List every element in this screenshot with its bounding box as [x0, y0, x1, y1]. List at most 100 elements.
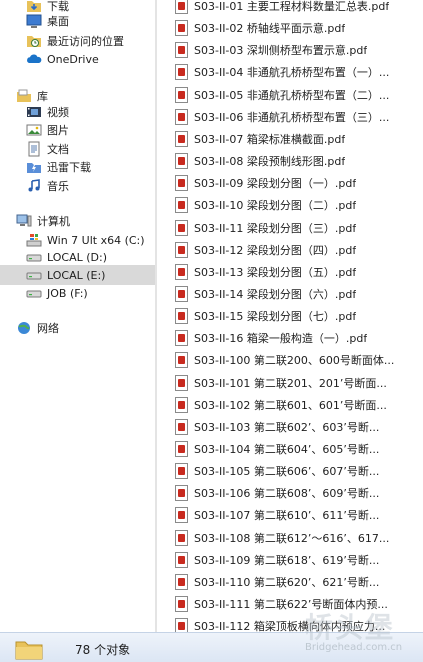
nav-item-label: 最近访问的位置 — [47, 35, 124, 48]
file-row[interactable]: S03-II-107 第二联610’、611’号断... — [171, 504, 423, 526]
file-row[interactable]: S03-II-10 梁段划分图（二）.pdf — [171, 194, 423, 216]
status-object-count: 78 个对象 — [75, 643, 131, 657]
file-name: S03-II-104 第二联604’、605’号断... — [194, 443, 380, 456]
pdf-file-icon — [175, 374, 188, 391]
file-row[interactable]: S03-II-103 第二联602’、603’号断... — [171, 416, 423, 438]
pdf-file-icon — [175, 352, 188, 369]
file-name: S03-II-111 第二联622’号断面体内预... — [194, 598, 388, 612]
pdf-file-icon — [175, 551, 188, 568]
pdf-file-icon — [175, 485, 188, 502]
nav-item-local-e[interactable]: LOCAL (E:) — [0, 265, 155, 285]
nav-item-item-15[interactable]: 网络 — [0, 318, 155, 338]
pdf-file-icon — [175, 285, 188, 302]
pdf-file-icon — [175, 396, 188, 413]
nav-item-item-2[interactable]: 最近访问的位置 — [0, 31, 155, 51]
file-row[interactable]: S03-II-100 第二联200、600号断面体... — [171, 349, 423, 371]
file-row[interactable]: S03-II-03 深圳侧桥型布置示意.pdf — [171, 39, 423, 61]
nav-item-label: 计算机 — [37, 215, 70, 228]
pdf-file-icon — [175, 130, 188, 147]
nav-item-label: OneDrive — [47, 52, 99, 66]
nav-item-label: 视频 — [47, 106, 69, 119]
nav-item-label: 桌面 — [47, 15, 69, 28]
file-row[interactable]: S03-II-11 梁段划分图（三）.pdf — [171, 217, 423, 239]
file-name: S03-II-01 主要工程材料数量汇总表.pdf — [194, 0, 390, 13]
file-name: S03-II-100 第二联200、600号断面体... — [194, 354, 395, 368]
drive-icon — [26, 249, 42, 265]
nav-item-label: LOCAL (E:) — [47, 268, 106, 282]
file-name: S03-II-08 梁段预制线形图.pdf — [194, 155, 346, 169]
nav-item-item-5[interactable]: 视频 — [0, 102, 155, 122]
file-row[interactable]: S03-II-06 非通航孔桥桥型布置（三）... — [171, 106, 423, 128]
file-name: S03-II-10 梁段划分图（二）.pdf — [194, 199, 357, 213]
file-name: S03-II-09 梁段划分图（一）.pdf — [194, 177, 357, 191]
system-drive-icon — [26, 232, 42, 248]
navigation-pane[interactable]: 下载 桌面 最近访问的位置 OneDrive 库视频 图片 文档 迅雷下载 音乐 计算机 Win 7… — [0, 0, 155, 632]
nav-item-label: LOCAL (D:) — [47, 250, 107, 264]
file-name: S03-II-103 第二联602’、603’号断... — [194, 420, 380, 434]
pdf-file-icon — [175, 197, 188, 214]
pdf-file-icon — [175, 308, 188, 325]
file-name: S03-II-108 第二联612’～616’、617... — [194, 531, 390, 545]
pdf-file-icon — [175, 596, 188, 613]
pdf-file-icon — [175, 573, 188, 590]
file-row[interactable]: S03-II-12 梁段划分图（四）.pdf — [171, 239, 423, 261]
file-name: S03-II-101 第二联201、201’号断面... — [194, 376, 387, 390]
file-name: S03-II-14 梁段划分图（六）.pdf — [194, 287, 357, 301]
drive-icon — [26, 267, 42, 283]
file-row[interactable]: S03-II-106 第二联608’、609’号断... — [171, 482, 423, 504]
file-name: S03-II-07 箱梁标准横截面.pdf — [194, 132, 346, 146]
pdf-file-icon — [175, 153, 188, 170]
nav-item-item-6[interactable]: 图片 — [0, 120, 155, 140]
pdf-file-icon — [175, 108, 188, 125]
file-name: S03-II-12 梁段划分图（四）.pdf — [194, 243, 357, 257]
desktop-icon — [26, 13, 42, 29]
file-row[interactable]: S03-II-07 箱梁标准横截面.pdf — [171, 128, 423, 150]
file-name: S03-II-112 箱梁顶板横向体内预应力... — [194, 620, 386, 632]
file-row[interactable]: S03-II-08 梁段预制线形图.pdf — [171, 150, 423, 172]
file-row[interactable]: S03-II-14 梁段划分图（六）.pdf — [171, 283, 423, 305]
file-row[interactable]: S03-II-101 第二联201、201’号断面... — [171, 372, 423, 394]
file-row[interactable]: S03-II-112 箱梁顶板横向体内预应力... — [171, 615, 423, 632]
pdf-file-icon — [175, 263, 188, 280]
file-row[interactable]: S03-II-102 第二联601、601’号断面... — [171, 394, 423, 416]
nav-item-job-f[interactable]: JOB (F:) — [0, 283, 155, 303]
file-name: S03-II-102 第二联601、601’号断面... — [194, 398, 387, 412]
file-row[interactable]: S03-II-04 非通航孔桥桥型布置（一）... — [171, 61, 423, 83]
computer-icon — [16, 213, 32, 229]
file-row[interactable]: S03-II-15 梁段划分图（七）.pdf — [171, 305, 423, 327]
pdf-file-icon — [175, 418, 188, 435]
nav-item-label: JOB (F:) — [47, 286, 88, 300]
file-row[interactable]: S03-II-13 梁段划分图（五）.pdf — [171, 261, 423, 283]
recent-places-icon — [26, 33, 42, 49]
pdf-file-icon — [175, 330, 188, 347]
pdf-file-icon — [175, 0, 188, 14]
nav-item-label: 音乐 — [47, 180, 69, 193]
nav-item-label: 迅雷下载 — [47, 161, 91, 174]
file-name: S03-II-13 梁段划分图（五）.pdf — [194, 265, 357, 279]
file-row[interactable]: S03-II-109 第二联618’、619’号断... — [171, 549, 423, 571]
nav-item-item-1[interactable]: 桌面 — [0, 11, 155, 31]
nav-item-item-10[interactable]: 计算机 — [0, 211, 155, 231]
file-row[interactable]: S03-II-02 桥轴线平面示意.pdf — [171, 17, 423, 39]
nav-item-label: 图片 — [47, 124, 69, 137]
file-name: S03-II-15 梁段划分图（七）.pdf — [194, 310, 357, 324]
file-row[interactable]: S03-II-09 梁段划分图（一）.pdf — [171, 172, 423, 194]
drive-icon — [26, 285, 42, 301]
pdf-file-icon — [175, 64, 188, 81]
file-row[interactable]: S03-II-111 第二联622’号断面体内预... — [171, 593, 423, 615]
file-row[interactable]: S03-II-16 箱梁一般构造（一）.pdf — [171, 327, 423, 349]
file-row[interactable]: S03-II-110 第二联620’、621’号断... — [171, 571, 423, 593]
pane-splitter[interactable] — [155, 0, 157, 632]
file-list[interactable]: S03-II-01 主要工程材料数量汇总表.pdf S03-II-02 桥轴线平面… — [171, 0, 423, 632]
nav-item-item-7[interactable]: 文档 — [0, 139, 155, 159]
nav-item-onedrive[interactable]: OneDrive — [0, 49, 155, 69]
nav-item-item-8[interactable]: 迅雷下载 — [0, 157, 155, 177]
file-row[interactable]: S03-II-01 主要工程材料数量汇总表.pdf — [171, 0, 423, 17]
nav-item-local-d[interactable]: LOCAL (D:) — [0, 247, 155, 267]
pdf-file-icon — [175, 42, 188, 59]
file-row[interactable]: S03-II-105 第二联606’、607’号断... — [171, 460, 423, 482]
file-row[interactable]: S03-II-108 第二联612’～616’、617... — [171, 527, 423, 549]
file-row[interactable]: S03-II-05 非通航孔桥桥型布置（二）... — [171, 84, 423, 106]
nav-item-item-9[interactable]: 音乐 — [0, 176, 155, 196]
file-row[interactable]: S03-II-104 第二联604’、605’号断... — [171, 438, 423, 460]
